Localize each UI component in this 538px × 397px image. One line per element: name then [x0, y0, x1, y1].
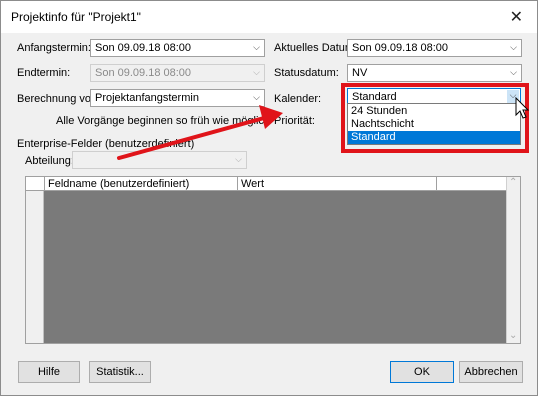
- project-info-dialog: Projektinfo für "Projekt1" ✕ Anfangsterm…: [0, 0, 538, 396]
- annotation-arrow-icon: [117, 105, 283, 160]
- mouse-cursor-icon: [515, 97, 530, 119]
